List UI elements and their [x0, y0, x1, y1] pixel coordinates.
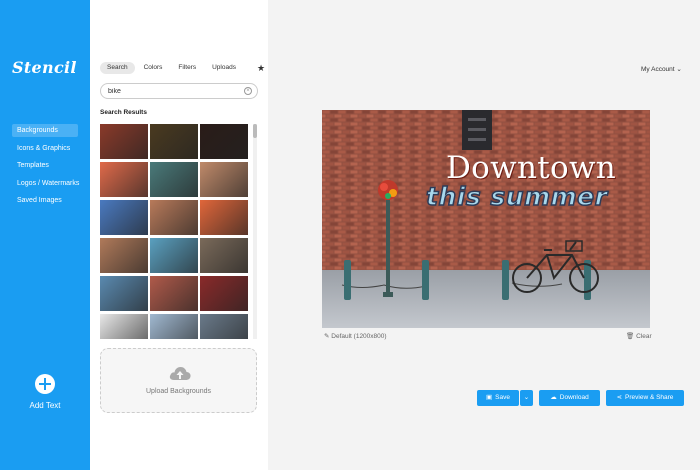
result-thumbnail[interactable] [200, 200, 248, 235]
floppy-disk-icon: ▣ [486, 394, 493, 401]
preview-share-button[interactable]: ⋖ Preview & Share [606, 390, 684, 406]
tab-colors[interactable]: Colors [137, 62, 170, 74]
chevron-down-icon: ⌄ [523, 394, 530, 401]
canvas-size-selector[interactable]: ✎ Default (1200x800) [324, 332, 387, 340]
result-thumbnail[interactable] [100, 162, 148, 197]
result-thumbnail[interactable] [100, 276, 148, 311]
app-logo[interactable]: Stencil [12, 58, 77, 77]
sidebar-item-saved-images[interactable]: Saved Images [12, 194, 78, 207]
canvas-headline-this-summer[interactable]: this summer [425, 181, 607, 212]
sidebar-item-logos-watermarks[interactable]: Logos / Watermarks [12, 177, 79, 190]
results-scrollbar-thumb[interactable] [253, 124, 257, 138]
add-text-label: Add Text [29, 401, 61, 410]
search-input[interactable] [100, 83, 258, 99]
cloud-upload-icon [169, 367, 191, 380]
result-thumbnail[interactable] [200, 276, 248, 311]
pencil-icon: ✎ [324, 333, 330, 340]
result-thumbnail[interactable] [200, 162, 248, 197]
save-button[interactable]: ▣ Save [477, 390, 519, 406]
sidebar-item-icons-graphics[interactable]: Icons & Graphics [12, 142, 78, 155]
tab-favorites-star-icon[interactable]: ★ [251, 62, 271, 74]
preview-share-label: Preview & Share [625, 394, 674, 401]
results-scrollbar-track[interactable] [253, 124, 257, 339]
tab-search[interactable]: Search [100, 62, 135, 74]
search-results-heading: Search Results [100, 109, 147, 116]
sidebar-item-backgrounds[interactable]: Backgrounds [12, 124, 78, 137]
sidebar-nav: Backgrounds Icons & Graphics Templates L… [12, 124, 79, 212]
result-thumbnail[interactable] [150, 276, 198, 311]
tab-uploads[interactable]: Uploads [205, 62, 243, 74]
sidebar-item-templates[interactable]: Templates [12, 159, 78, 172]
canvas-background-image [322, 110, 650, 328]
download-label: Download [559, 394, 589, 401]
my-account-menu[interactable]: My Account ⌄ [641, 65, 682, 73]
save-options-dropdown[interactable]: ⌄ [520, 390, 533, 406]
result-thumbnail[interactable] [100, 124, 148, 159]
clear-canvas-label: Clear [636, 333, 652, 340]
plus-circle-icon [35, 374, 55, 394]
result-thumbnail[interactable] [200, 124, 248, 159]
media-panel: Search Colors Filters Uploads ★ × Search… [90, 0, 268, 470]
upload-backgrounds-label: Upload Backgrounds [146, 388, 211, 395]
share-icon: ⋖ [616, 394, 623, 401]
canvas-size-label: Default (1200x800) [331, 333, 387, 340]
tab-filters[interactable]: Filters [171, 62, 203, 74]
chevron-down-icon: ⌄ [676, 66, 682, 73]
clear-search-icon[interactable]: × [244, 87, 252, 95]
result-thumbnail[interactable] [150, 238, 198, 273]
save-label: Save [495, 394, 510, 401]
canvas-headline-downtown[interactable]: Downtown [446, 150, 616, 186]
result-thumbnail[interactable] [200, 238, 248, 273]
result-thumbnail[interactable] [100, 200, 148, 235]
trash-icon: 🗑 [626, 333, 635, 340]
result-thumbnail[interactable] [100, 238, 148, 273]
result-thumbnail[interactable] [150, 314, 198, 339]
design-canvas[interactable]: Downtown this summer [322, 110, 650, 328]
result-thumbnail[interactable] [100, 314, 148, 339]
upload-backgrounds-dropzone[interactable]: Upload Backgrounds [100, 348, 257, 413]
stencil-app: Stencil Backgrounds Icons & Graphics Tem… [0, 0, 700, 470]
result-thumbnail[interactable] [150, 124, 198, 159]
add-text-button[interactable]: Add Text [0, 374, 90, 410]
search-results-grid [100, 124, 252, 339]
clear-canvas-button[interactable]: 🗑 Clear [626, 332, 652, 340]
download-button[interactable]: ☁ Download [539, 390, 600, 406]
result-thumbnail[interactable] [200, 314, 248, 339]
cloud-download-icon: ☁ [550, 394, 557, 401]
panel-tabs: Search Colors Filters Uploads ★ [100, 62, 273, 74]
result-thumbnail[interactable] [150, 200, 198, 235]
my-account-label: My Account [641, 66, 675, 73]
left-sidebar: Stencil Backgrounds Icons & Graphics Tem… [0, 0, 90, 470]
result-thumbnail[interactable] [150, 162, 198, 197]
